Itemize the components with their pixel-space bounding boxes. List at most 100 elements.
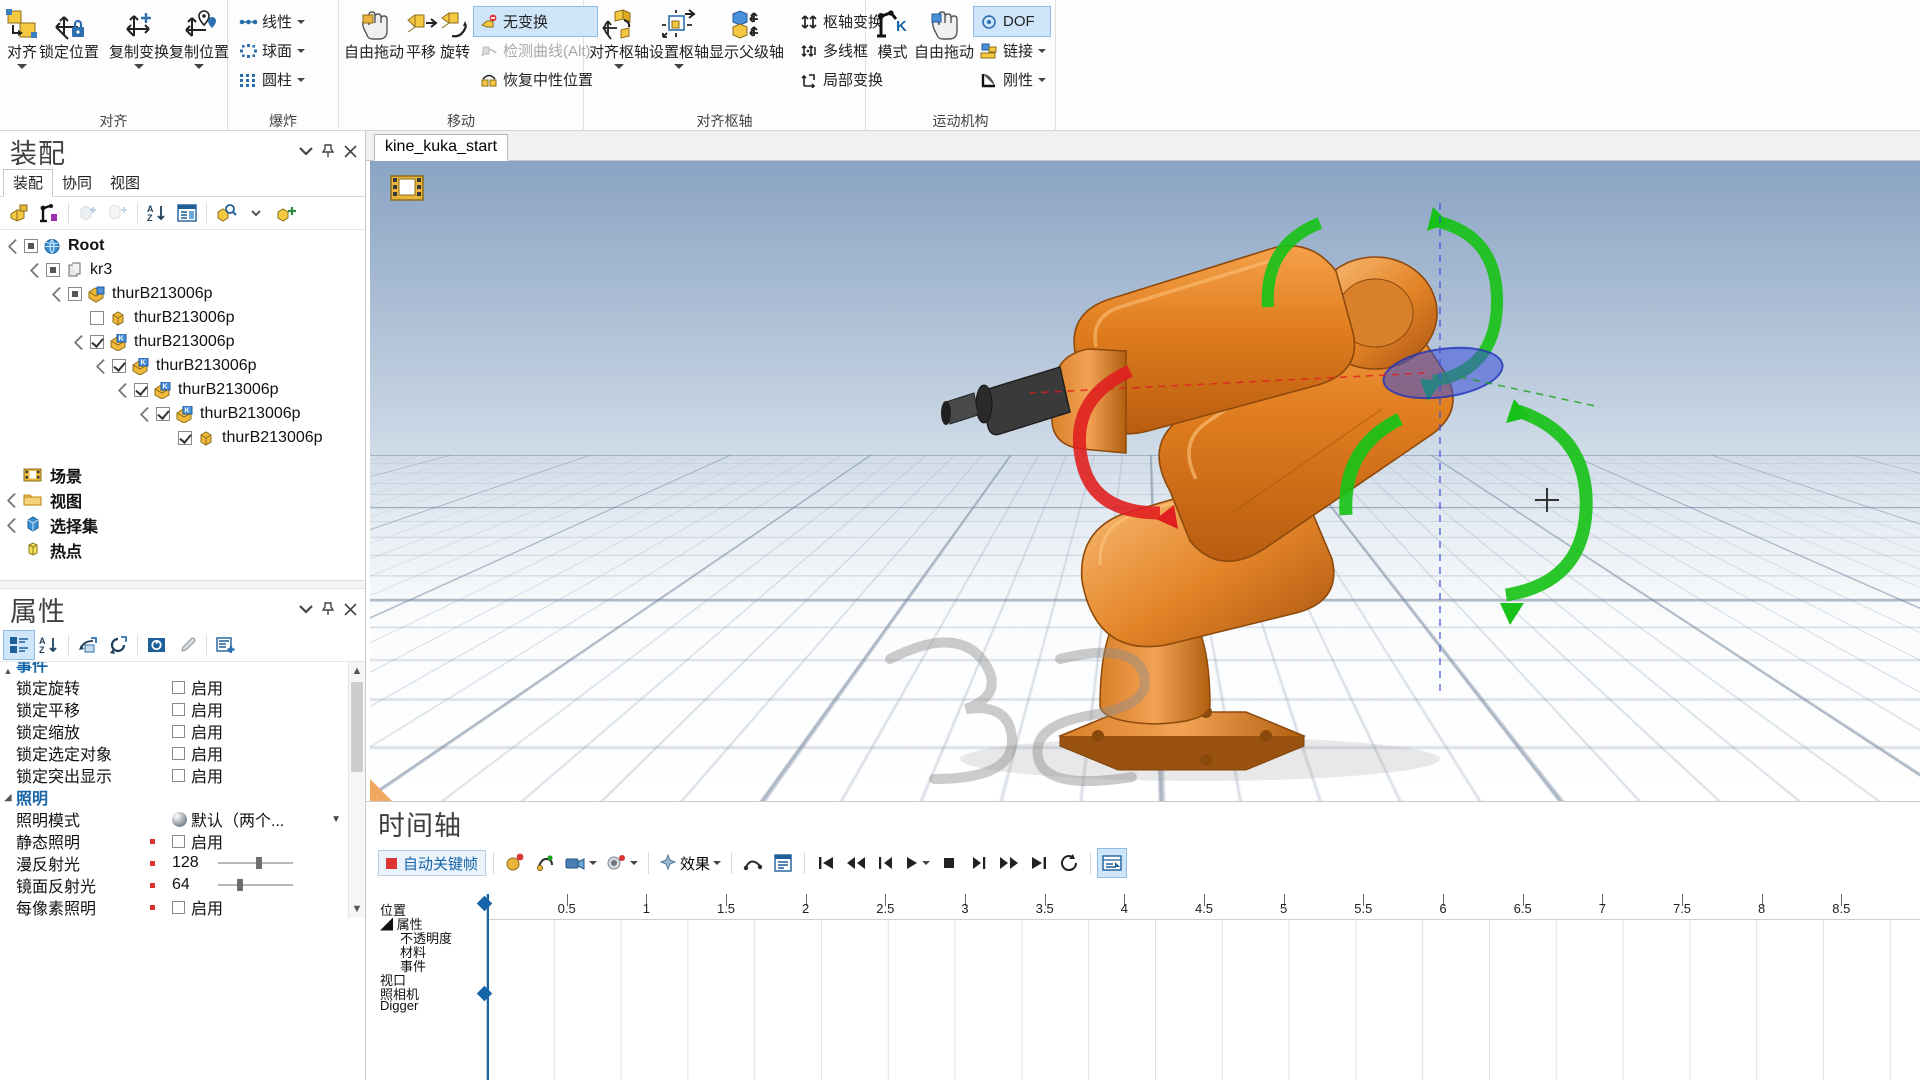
expander-icon[interactable] — [74, 335, 88, 349]
chevron-down-icon[interactable] — [1038, 48, 1046, 53]
tree-item-checkbox[interactable] — [178, 431, 192, 445]
copy-transform-button[interactable]: 复制变换 — [109, 3, 169, 69]
chevron-down-icon[interactable] — [295, 140, 317, 162]
property-checkbox[interactable] — [172, 702, 185, 716]
lock-position-button[interactable]: 锁定位置 — [39, 3, 99, 61]
expander-icon[interactable] — [7, 518, 21, 532]
tab-collaborate[interactable]: 协同 — [53, 170, 101, 196]
align-button[interactable]: 对齐 — [5, 3, 39, 69]
align-caret-icon[interactable] — [17, 64, 27, 69]
tree-item-checkbox[interactable] — [90, 335, 104, 349]
property-checkbox[interactable] — [172, 724, 185, 738]
properties-scrollbar[interactable]: ▲ ▼ — [348, 662, 365, 918]
key-light-button[interactable] — [602, 849, 641, 877]
auto-keyframe-button[interactable]: 自动关键帧 — [378, 850, 487, 876]
rotate-button[interactable]: 旋转 — [438, 3, 472, 61]
detect-curve-button[interactable]: 检测曲线(Alt) — [474, 36, 597, 65]
dof-button[interactable]: DOF — [972, 6, 1052, 37]
tree-item-checkbox[interactable] — [134, 383, 148, 397]
loop-icon[interactable] — [1055, 849, 1083, 877]
tree-item[interactable]: KthurB213006p — [0, 330, 365, 354]
property-checkbox[interactable] — [172, 768, 185, 782]
expander-icon[interactable] — [30, 263, 44, 277]
tree-item[interactable]: thurB213006p — [0, 306, 365, 330]
reset-transform-icon[interactable] — [73, 631, 103, 659]
timeline-settings-icon[interactable] — [1097, 848, 1128, 878]
tree-leaf-item[interactable]: 场景 — [0, 462, 365, 487]
pin-icon[interactable] — [317, 598, 339, 620]
property-checkbox[interactable] — [172, 680, 185, 694]
tree-leaf-item[interactable]: 热点 — [0, 537, 365, 562]
curve-editor-icon[interactable] — [739, 849, 767, 877]
find-part-icon[interactable] — [211, 199, 241, 227]
property-checkbox[interactable] — [172, 834, 185, 848]
tree-item-checkbox[interactable] — [156, 407, 170, 421]
refresh-icon[interactable] — [103, 631, 133, 659]
cylindrical-explode-button[interactable]: 圆柱 — [233, 65, 309, 94]
go-start-icon[interactable] — [812, 849, 840, 877]
property-checkbox[interactable] — [172, 746, 185, 760]
tree-item-checkbox[interactable] — [90, 311, 104, 325]
free-drag-button[interactable]: 自由拖动 — [344, 3, 404, 61]
timeline-grid[interactable]: 0.5 1 1.5 2 2.5 3 3.5 4 4.5 5 5.5 6 6.5 7 7.5 8 8.5 — [476, 894, 1920, 1080]
close-icon[interactable] — [339, 598, 361, 620]
tree-item[interactable]: KthurB213006p — [0, 378, 365, 402]
add-property-icon[interactable] — [211, 631, 241, 659]
chevron-down-icon[interactable] — [713, 861, 722, 865]
timeline-playhead[interactable] — [487, 894, 489, 1080]
chevron-down-icon[interactable] — [922, 861, 931, 865]
tree-item-checkbox[interactable] — [46, 263, 60, 277]
expander-icon[interactable] — [7, 493, 21, 507]
key-material-icon[interactable] — [501, 849, 529, 877]
property-slider[interactable] — [218, 879, 293, 891]
chevron-down-icon[interactable] — [1038, 77, 1046, 82]
insert-part-icon[interactable] — [4, 199, 34, 227]
timeline-grid-area[interactable] — [487, 920, 1920, 1080]
fast-forward-icon[interactable] — [995, 849, 1023, 877]
categorized-icon[interactable] — [3, 630, 35, 660]
chevron-down-icon[interactable] — [630, 861, 639, 865]
play-icon[interactable] — [902, 849, 933, 877]
prev-frame-icon[interactable] — [872, 849, 900, 877]
set-pivot-button[interactable]: 设置枢轴 — [649, 3, 709, 69]
dope-sheet-icon[interactable] — [769, 849, 797, 877]
align-pivot-button[interactable]: 对齐枢轴 — [589, 3, 649, 69]
robot-model[interactable] — [370, 161, 1920, 801]
tree-item-checkbox[interactable] — [68, 287, 82, 301]
expander-icon[interactable] — [96, 359, 110, 373]
scrollbar-thumb[interactable] — [351, 682, 363, 772]
pin-icon[interactable] — [317, 140, 339, 162]
chevron-down-icon[interactable] — [295, 598, 317, 620]
tree-item[interactable]: KthurB213006p — [0, 402, 365, 426]
timeline-track-label[interactable]: Digger — [380, 998, 418, 1013]
property-group-header[interactable]: ▲ 事件 — [0, 662, 347, 676]
kinematics-mode-button[interactable]: K 模式 — [871, 3, 914, 61]
spherical-explode-button[interactable]: 球面 — [233, 36, 309, 65]
effects-button[interactable]: 效果 — [656, 849, 724, 877]
expander-icon[interactable]: ◢ — [0, 792, 16, 803]
find-dropdown-icon[interactable] — [241, 199, 271, 227]
key-render-icon[interactable] — [531, 849, 559, 877]
tree-item[interactable]: Root — [0, 234, 365, 258]
linear-explode-button[interactable]: 线性 — [233, 7, 309, 36]
add-selection-icon[interactable] — [271, 199, 301, 227]
chevron-down-icon[interactable] — [589, 861, 598, 865]
expander-icon[interactable] — [118, 383, 132, 397]
close-icon[interactable] — [339, 140, 361, 162]
chevron-down-icon[interactable] — [297, 19, 306, 24]
sort-az-icon[interactable]: A Z — [142, 199, 172, 227]
chevron-down-icon[interactable] — [297, 77, 306, 82]
chevron-down-icon[interactable] — [297, 48, 306, 53]
tab-view[interactable]: 视图 — [101, 170, 149, 196]
chevron-down-icon[interactable]: ▼ — [331, 814, 341, 825]
tree-item[interactable]: thurB213006p — [0, 282, 365, 306]
sort-az-icon[interactable]: A Z — [34, 631, 64, 659]
show-parent-axis-button[interactable]: 显示父级轴 — [709, 3, 784, 61]
expander-icon[interactable] — [140, 407, 154, 421]
tree-item[interactable]: kr3 — [0, 258, 365, 282]
viewport-3d[interactable] — [370, 161, 1920, 801]
align-pivot-caret-icon[interactable] — [614, 64, 624, 69]
key-camera-button[interactable] — [561, 849, 600, 877]
add-component-icon[interactable] — [73, 199, 103, 227]
viewport-tab[interactable]: kine_kuka_start — [374, 134, 509, 161]
